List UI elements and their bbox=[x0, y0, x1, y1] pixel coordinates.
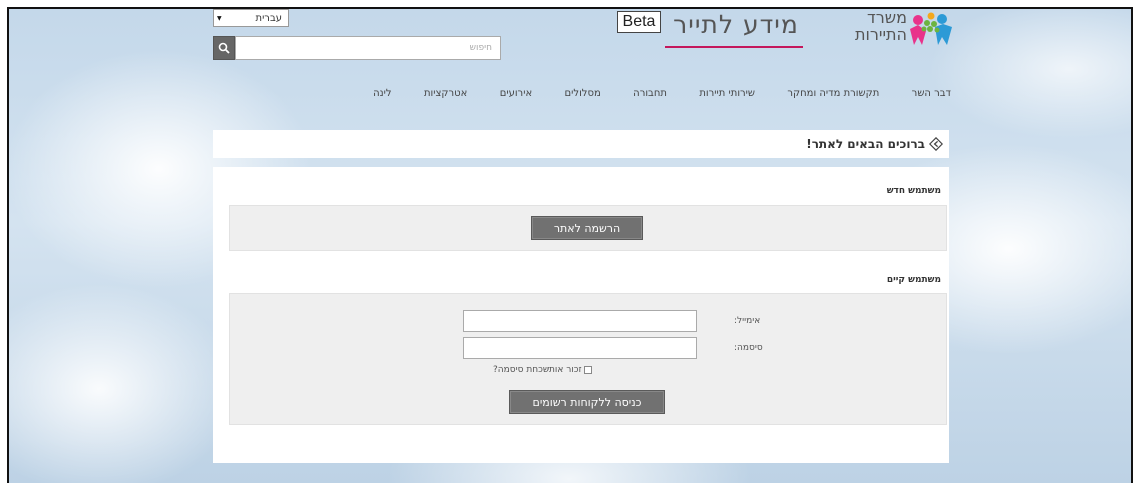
beta-badge: Beta bbox=[617, 11, 661, 33]
remember-me-checkbox[interactable] bbox=[583, 366, 592, 374]
site-name-underline bbox=[665, 46, 803, 48]
existing-user-box: אימייל: סיסמה: זכור אותי שכחת סיסמה? כני… bbox=[229, 293, 947, 425]
email-label: אימייל: bbox=[734, 316, 761, 326]
new-user-box: הרשמה לאתר bbox=[229, 205, 947, 251]
nav-item-tourism-services[interactable]: שירותי תיירות bbox=[699, 88, 755, 104]
dropdown-arrow-icon: ▼ bbox=[217, 14, 222, 22]
ministry-name[interactable]: משרד התיירות bbox=[833, 9, 907, 43]
login-button[interactable]: כניסה ללקוחות רשומים bbox=[509, 390, 665, 414]
nav-item-transportation[interactable]: תחבורה bbox=[633, 88, 667, 104]
ministry-name-line1: משרד bbox=[867, 8, 907, 27]
login-panel: משתמש חדש הרשמה לאתר משתמש קיים אימייל: … bbox=[213, 167, 949, 463]
password-field[interactable] bbox=[463, 337, 697, 359]
forgot-password-link-wrap: שכחת סיסמה? bbox=[493, 365, 549, 375]
language-selected-label: עברית bbox=[255, 12, 283, 24]
nav-item-attractions[interactable]: אטרקציות bbox=[424, 88, 467, 104]
existing-user-title: משתמש קיים bbox=[886, 275, 941, 285]
ministry-name-line2: התיירות bbox=[854, 25, 907, 44]
page-container: ▼ עברית Beta מידע לתייר משרד התיירות bbox=[213, 9, 952, 483]
password-label: סיסמה: bbox=[734, 343, 763, 353]
nav-item-routes[interactable]: מסלולים bbox=[565, 88, 601, 104]
register-button[interactable]: הרשמה לאתר bbox=[531, 216, 643, 240]
language-select[interactable]: ▼ עברית bbox=[213, 9, 289, 27]
nav-item-minister-word[interactable]: דבר השר bbox=[912, 88, 951, 104]
main-navigation: לינה אטרקציות אירועים מסלולים תחבורה שיר… bbox=[373, 88, 951, 104]
welcome-title: ברוכים הבאים לאתר! bbox=[806, 137, 925, 151]
search-button[interactable] bbox=[213, 36, 235, 60]
nav-item-events[interactable]: אירועים bbox=[500, 88, 532, 104]
site-name-logo[interactable]: מידע לתייר bbox=[661, 10, 811, 39]
search-bar bbox=[213, 36, 501, 60]
browser-viewport: ▼ עברית Beta מידע לתייר משרד התיירות bbox=[7, 7, 1133, 483]
email-field[interactable] bbox=[463, 310, 697, 332]
new-user-title: משתמש חדש bbox=[886, 186, 941, 196]
forgot-password-link[interactable]: שכחת סיסמה? bbox=[493, 365, 549, 375]
search-icon bbox=[218, 42, 230, 54]
nav-item-media-research[interactable]: תקשורת מדיה ומחקר bbox=[787, 88, 879, 104]
ministry-logo-icon[interactable] bbox=[909, 11, 953, 47]
remember-me-row: זכור אותי bbox=[547, 365, 592, 375]
nav-item-lodging[interactable]: לינה bbox=[373, 88, 391, 104]
welcome-bar: ברוכים הבאים לאתר! bbox=[213, 130, 949, 158]
search-input[interactable] bbox=[235, 36, 501, 60]
remember-me-label: זכור אותי bbox=[547, 365, 582, 375]
diamond-arrow-icon bbox=[929, 137, 943, 151]
